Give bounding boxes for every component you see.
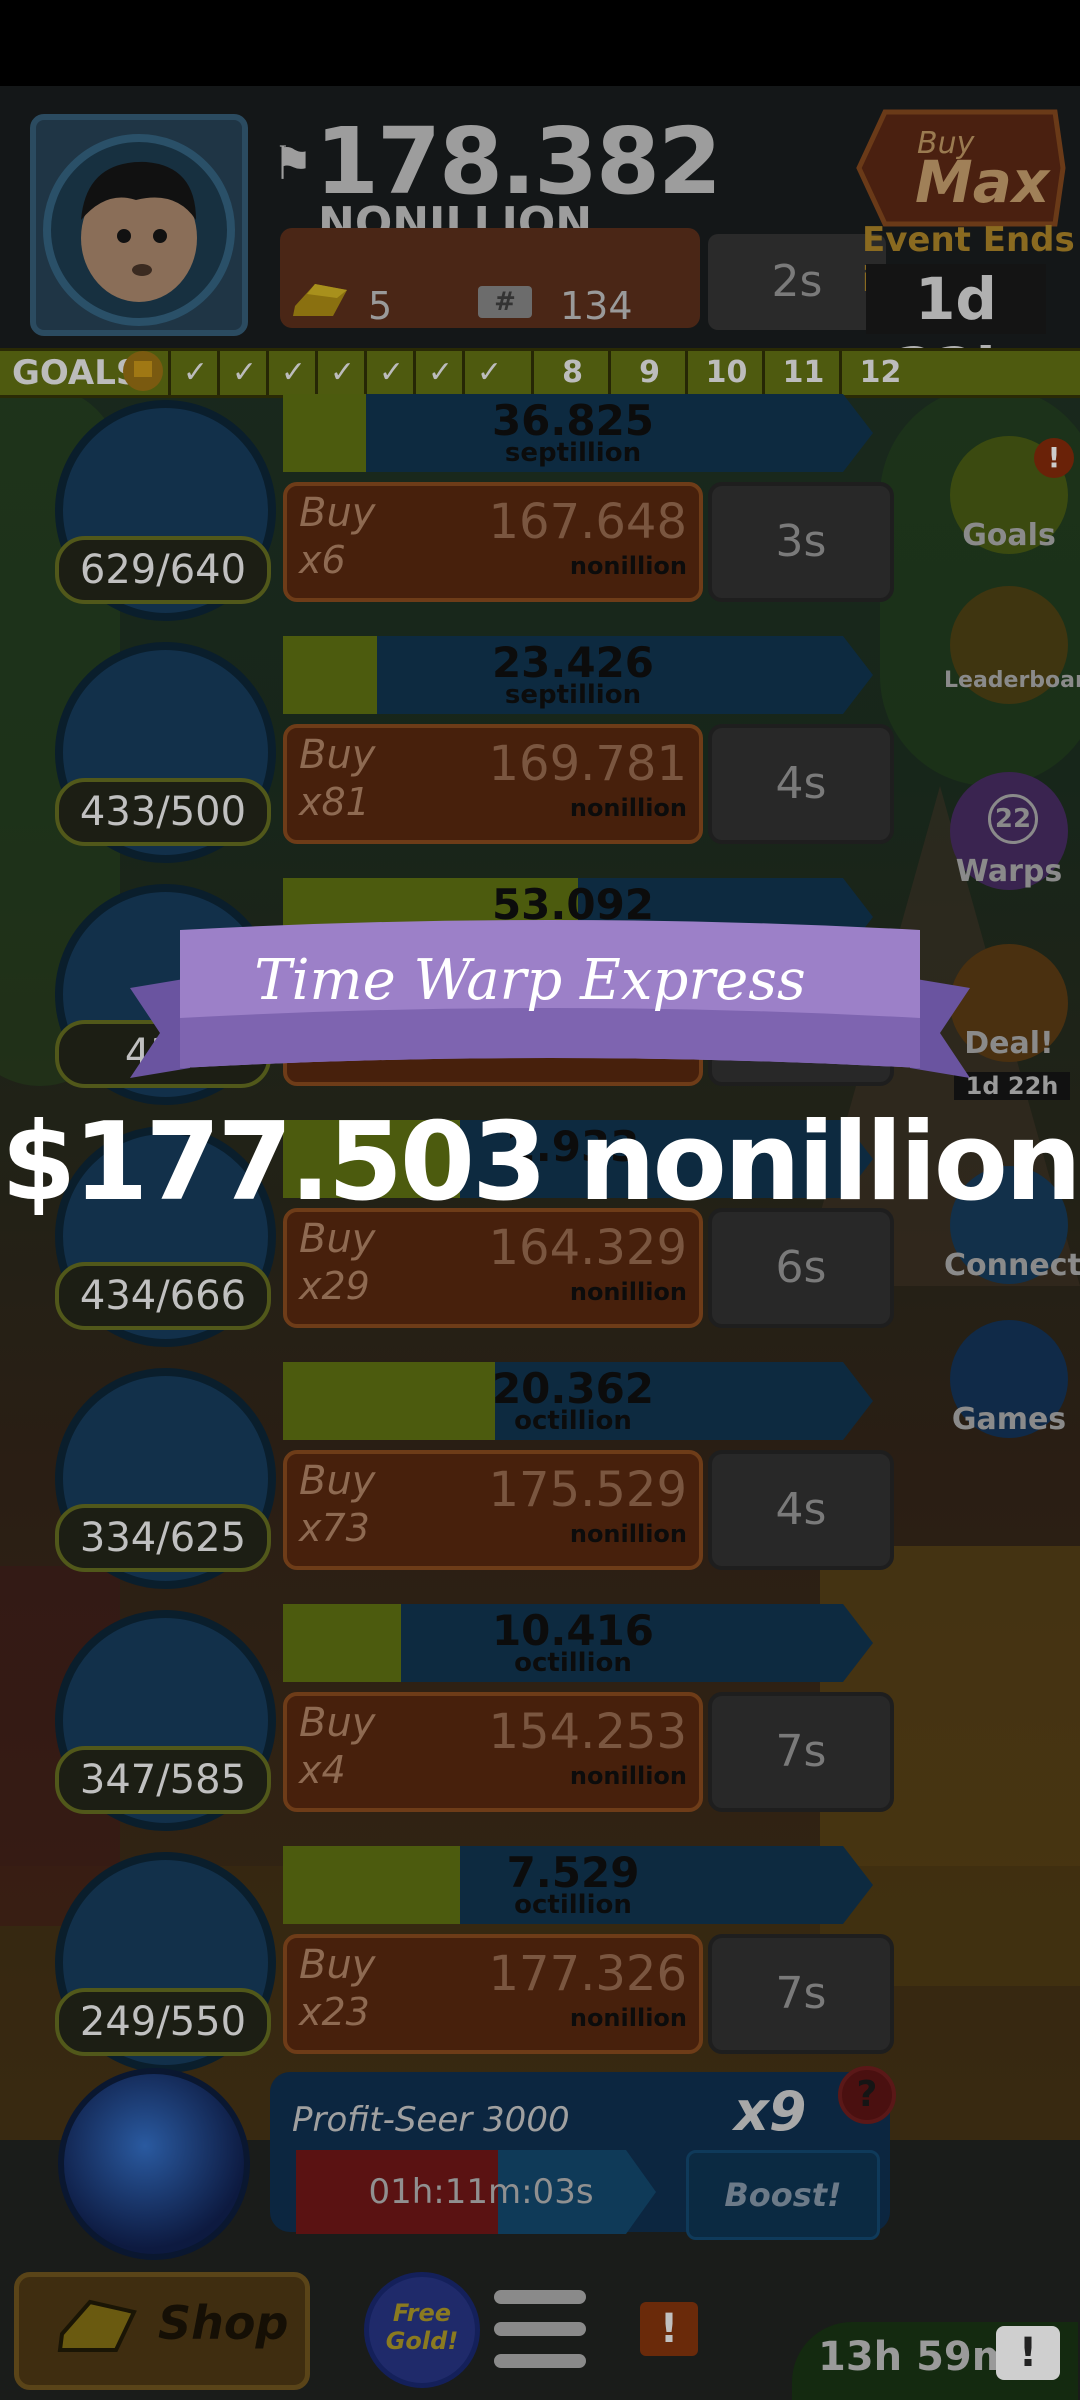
business-revenue-unit: octillion [514,1406,632,1436]
time-warp-banner [130,920,970,1078]
buy-max-button[interactable]: Buy Max [855,108,1067,228]
player-avatar[interactable] [30,114,248,336]
business-timer: 4s [708,724,894,844]
leaderboard-side-label: Leaderboard [944,668,1080,693]
business-buy-button[interactable]: Buy x4 154.253 nonillion [283,1692,703,1812]
goals-side-label: Goals [962,518,1056,553]
business-owned-count: 249/550 [55,1988,271,2056]
business-row: 249/550 7.529 octillion Buy x23 177.326 … [0,1838,900,2074]
business-timer: 3s [708,482,894,602]
warps-count: 22 [988,794,1038,844]
buy-multiplier: x23 [299,1990,370,2034]
free-gold-button[interactable]: Free Gold! [364,2272,480,2388]
warps-side-label: Warps [955,854,1063,889]
menu-line-icon [494,2322,586,2336]
buy-label: Buy [299,1458,376,1504]
buy-cost-unit: nonillion [569,1762,687,1790]
business-row: 334/625 20.362 octillion Buy x73 175.529… [0,1354,900,1590]
deal-timer: 1d 22h [954,1072,1070,1100]
business-timer: 6s [708,1208,894,1328]
business-revenue-unit: septillion [504,680,642,710]
profit-seer-help-button[interactable]: ? [838,2066,896,2124]
menu-line-icon [494,2290,586,2304]
gold-count: 5 [368,284,393,328]
status-bar [0,0,1080,86]
business-row: 629/640 36.825 septillion Buy x6 167.648… [0,386,900,622]
buy-cost: 164.329 [488,1220,688,1276]
profit-amount: $177.503 nonillion [1,1100,1080,1225]
buy-cost: 154.253 [488,1704,688,1760]
business-owned-count: 629/640 [55,536,271,604]
profit-seer-timer: 01h:11m:03s [368,2172,594,2212]
buy-cost: 175.529 [488,1462,688,1518]
free-gold-label: Free Gold! [385,2299,459,2355]
buy-label: Buy [299,1942,376,1988]
business-owned-count: 433/500 [55,778,271,846]
buy-max-label: Max [915,148,1050,216]
buy-label: Buy [299,1700,376,1746]
business-buy-button[interactable]: Buy x6 167.648 nonillion [283,482,703,602]
business-owned-count: 347/585 [55,1746,271,1814]
business-buy-button[interactable]: Buy x81 169.781 nonillion [283,724,703,844]
profit-seer-name: Profit-Seer 3000 [292,2100,570,2140]
buy-cost-unit: nonillion [569,1278,687,1306]
games-side-label: Games [951,1402,1067,1437]
buy-multiplier: x73 [299,1506,370,1550]
business-row: 347/585 10.416 octillion Buy x4 154.253 … [0,1596,900,1832]
buy-label: Buy [299,732,376,778]
business-revenue-unit: octillion [514,1648,632,1678]
leaderboard-side-button[interactable]: Leaderboard [944,586,1080,704]
buy-multiplier: x6 [299,538,346,582]
business-buy-button[interactable]: Buy x23 177.326 nonillion [283,1934,703,2054]
buy-cost-unit: nonillion [569,552,687,580]
alert-icon[interactable]: ! [640,2302,698,2356]
shop-label: Shop [158,2296,289,2350]
game-screen: ⚑ 178.382 NONILLION 5 # 134 2s Buy Max E… [0,86,1080,2400]
ticket-count: 134 [560,284,633,328]
buy-multiplier: x29 [299,1264,370,1308]
business-timer: 7s [708,1692,894,1812]
business-revenue-unit: octillion [514,1890,632,1920]
buy-cost: 177.326 [488,1946,688,2002]
business-owned-count: 334/625 [55,1504,271,1572]
boost-button[interactable]: Boost! [686,2150,880,2240]
menu-button[interactable] [494,2290,586,2372]
buy-multiplier: x4 [299,1748,346,1792]
bottom-timer: 13h 59m [818,2334,1014,2380]
games-side-button[interactable]: Games [944,1320,1074,1438]
business-buy-button[interactable]: Buy x73 175.529 nonillion [283,1450,703,1570]
business-timer: 7s [708,1934,894,2054]
event-timer: 1d 22h [866,264,1046,403]
banner-title: Time Warp Express [254,948,806,1013]
tv-ad-icon[interactable]: ! [996,2326,1060,2380]
goals-alert-icon: ! [1034,438,1074,478]
business-timer: 4s [708,1450,894,1570]
buy-cost: 169.781 [488,736,688,792]
buy-cost-unit: nonillion [569,1520,687,1548]
crystal-ball-icon[interactable] [58,2068,250,2260]
business-row: 433/500 23.426 septillion Buy x81 169.78… [0,628,900,864]
profit-seer-multiplier: x9 [734,2080,807,2143]
gold-bar-icon [293,284,347,316]
flag-icon: ⚑ [272,136,314,190]
ticket-icon: # [478,286,532,318]
business-buy-button[interactable]: Buy x29 164.329 nonillion [283,1208,703,1328]
buy-cost-unit: nonillion [569,2004,687,2032]
header-timer: 2s [708,234,886,330]
buy-cost: 167.648 [488,494,688,550]
business-revenue-unit: septillion [504,438,642,468]
warps-side-button[interactable]: 22 Warps [944,772,1074,890]
buy-label: Buy [299,490,376,536]
gold-bar-shop-icon [57,2299,137,2352]
header-bar: ⚑ 178.382 NONILLION 5 # 134 2s Buy Max E… [0,86,1080,403]
avatar-portrait-icon [43,134,235,326]
connect-side-label: Connect [944,1248,1080,1283]
buy-multiplier: x81 [299,780,370,824]
business-owned-count: 434/666 [55,1262,271,1330]
buy-cost-unit: nonillion [569,794,687,822]
menu-line-icon [494,2354,586,2368]
